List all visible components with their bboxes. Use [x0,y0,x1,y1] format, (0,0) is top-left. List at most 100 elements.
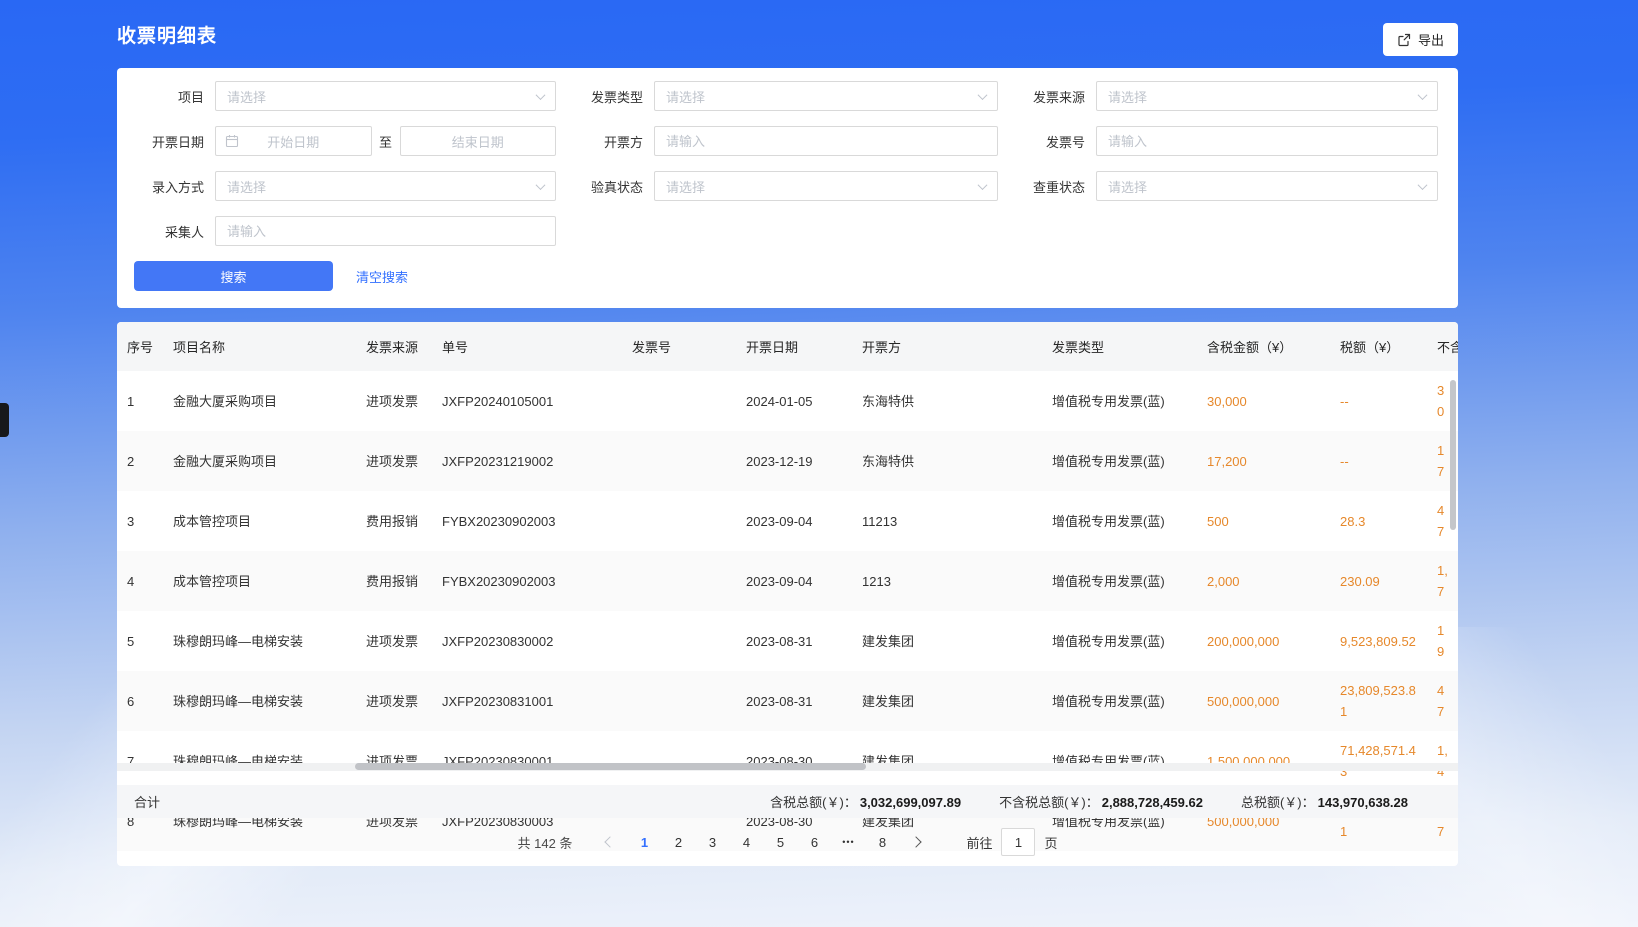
table-row: 1金融大厦采购项目进项发票JXFP202401050012024-01-05东海… [117,371,1458,431]
cell: 增值税专用发票(蓝) [1042,371,1197,431]
tax-included-total-label: 含税总额(￥)： [770,795,857,810]
export-button[interactable]: 导出 [1383,23,1458,56]
duplicate-status-select[interactable]: 请选择 [1096,171,1438,201]
table-body: 1金融大厦采购项目进项发票JXFP202401050012024-01-05东海… [117,371,1458,851]
page-button[interactable]: 8 [868,828,896,856]
field-label-verify-status: 验真状态 [556,177,654,196]
cell: 5 [117,611,163,671]
cell [622,431,736,491]
vertical-scrollbar[interactable] [1450,371,1456,763]
page-numbers: 123456•••8 [630,828,896,856]
page-title: 收票明细表 [117,21,217,48]
cell: JXFP20230830002 [432,611,622,671]
date-range-separator: 至 [372,132,400,151]
cell [622,551,736,611]
cell: 3 [117,491,163,551]
page-button[interactable]: 1 [630,828,658,856]
cell: 增值税专用发票(蓝) [1042,611,1197,671]
cell: 200,000,000 [1197,611,1330,671]
table-row: 3成本管控项目费用报销FYBX202309020032023-09-041121… [117,491,1458,551]
cell: JXFP20240105001 [432,371,622,431]
cell: 71,428,571.43 [1330,731,1427,791]
cell [622,371,736,431]
page-button[interactable]: 3 [698,828,726,856]
select-placeholder: 请选择 [1108,87,1147,106]
tax-excluded-total: 不含税总额(￥)：2,888,728,459.62 [999,792,1203,811]
table-row: 6珠穆朗玛峰—电梯安装进项发票JXFP202308310012023-08-31… [117,671,1458,731]
cell: 增值税专用发票(蓝) [1042,551,1197,611]
collector-input[interactable] [215,216,556,246]
cell: 成本管控项目 [163,491,356,551]
select-placeholder: 请选择 [227,87,266,106]
end-date-input[interactable]: 结束日期 [400,126,557,156]
pagination: 共 142 条 123456•••8 前往 页 [117,818,1458,866]
invoice-source-select[interactable]: 请选择 [1096,81,1438,111]
tax-included-total-value: 3,032,699,097.89 [860,795,961,810]
table-row: 4成本管控项目费用报销FYBX202309020032023-09-041213… [117,551,1458,611]
tax-excluded-total-value: 2,888,728,459.62 [1102,795,1203,810]
goto-label: 前往 [966,833,992,852]
start-date-input[interactable]: 开始日期 [215,126,372,156]
field-label-collector: 采集人 [117,222,215,241]
chevron-down-icon [536,90,546,100]
goto-suffix: 页 [1044,833,1057,852]
cell: 2023-12-19 [736,431,852,491]
search-row-3: 录入方式 请选择 验真状态 请选择 查重状态 请选择 [117,171,1458,201]
goto-page-input[interactable] [1001,828,1035,856]
project-select[interactable]: 请选择 [215,81,556,111]
search-actions: 搜索 清空搜索 [117,261,1458,291]
cell: 1,500,000,000 [1197,731,1330,791]
field-label-invoice-number: 发票号 [998,132,1096,151]
page-button[interactable]: 6 [800,828,828,856]
select-placeholder: 请选择 [1108,177,1147,196]
cell: 进项发票 [356,731,432,791]
page-button[interactable]: 4 [732,828,760,856]
page-button[interactable]: 2 [664,828,692,856]
invoice-type-select[interactable]: 请选择 [654,81,998,111]
table-header-row: 序号项目名称发票来源单号发票号开票日期开票方发票类型含税金额（¥）税额（¥）不含 [117,322,1458,371]
cell: 成本管控项目 [163,551,356,611]
cell: JXFP20230831001 [432,671,622,731]
cell: 进项发票 [356,431,432,491]
cell: 500,000,000 [1197,671,1330,731]
cell: 进项发票 [356,671,432,731]
cell: 4 [117,551,163,611]
horizontal-scrollbar[interactable] [117,763,1458,771]
horizontal-scrollbar-thumb[interactable] [355,763,866,770]
column-header: 发票类型 [1042,322,1197,371]
clear-search-link[interactable]: 清空搜索 [356,267,408,286]
field-label-entry-method: 录入方式 [117,177,215,196]
search-button[interactable]: 搜索 [134,261,333,291]
next-page-button[interactable] [902,828,930,856]
invoice-number-input[interactable] [1096,126,1438,156]
chevron-down-icon [1418,90,1428,100]
prev-page-button[interactable] [596,828,624,856]
column-header: 单号 [432,322,622,371]
cell: 费用报销 [356,491,432,551]
table-row: 2金融大厦采购项目进项发票JXFP202312190022023-12-19东海… [117,431,1458,491]
chevron-down-icon [978,90,988,100]
chevron-down-icon [536,180,546,190]
cell [622,731,736,791]
issuer-input[interactable] [654,126,998,156]
cell: 进项发票 [356,611,432,671]
cell [622,611,736,671]
field-label-issuer: 开票方 [556,132,654,151]
cell: 珠穆朗玛峰—电梯安装 [163,671,356,731]
total-tax: 总税额(￥)：143,970,638.28 [1241,792,1408,811]
entry-method-select[interactable]: 请选择 [215,171,556,201]
cell: 费用报销 [356,551,432,611]
field-label-invoice-type: 发票类型 [556,87,654,106]
field-label-invoice-date: 开票日期 [117,132,215,151]
chevron-down-icon [1418,180,1428,190]
verify-status-select[interactable]: 请选择 [654,171,998,201]
cell: 2,000 [1197,551,1330,611]
invoice-date-range: 开始日期 至 结束日期 [215,126,556,156]
cell: 230.09 [1330,551,1427,611]
vertical-scrollbar-thumb[interactable] [1450,380,1456,530]
cell: 1 [117,371,163,431]
more-pages-button[interactable]: ••• [834,828,862,856]
drawer-handle[interactable] [0,403,9,437]
column-header: 发票号 [622,322,736,371]
page-button[interactable]: 5 [766,828,794,856]
